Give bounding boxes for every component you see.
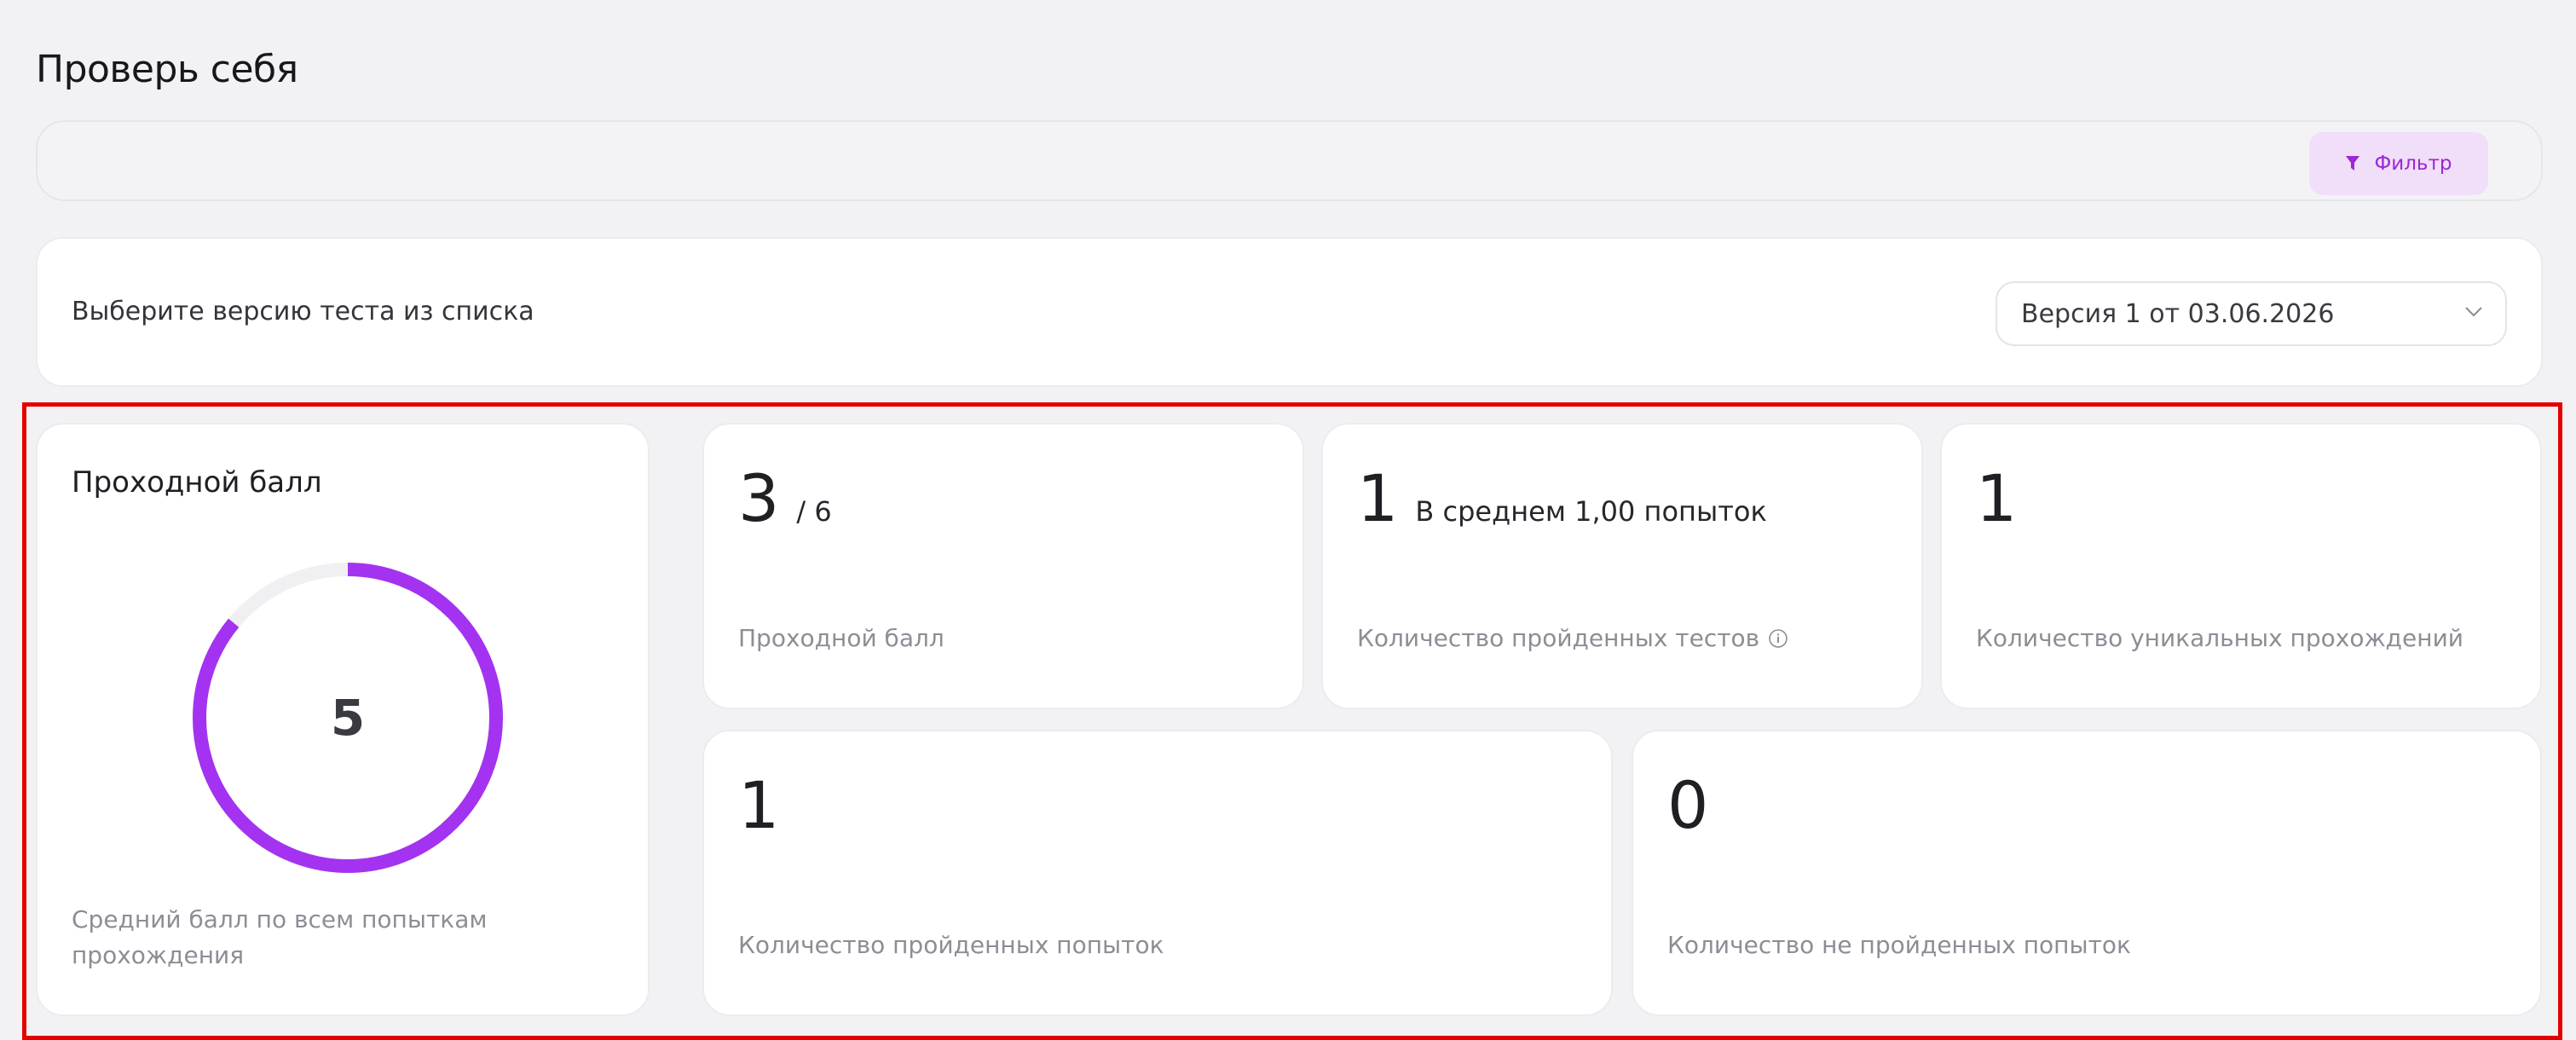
- version-label: Выберите версию теста из списка: [72, 297, 534, 326]
- info-icon[interactable]: [1768, 628, 1788, 649]
- donut-card-title: Проходной балл: [72, 465, 322, 500]
- funnel-icon: [2346, 156, 2360, 170]
- failed-attempts-card: 0 Количество не пройденных попыток: [1632, 730, 2542, 1016]
- unique-passes-label: Количество уникальных прохождений: [1976, 624, 2463, 652]
- unique-passes-value: 1: [1976, 460, 2018, 536]
- pass-score-label: Проходной балл: [738, 624, 944, 652]
- passed-attempts-label: Количество пройденных попыток: [738, 931, 1164, 959]
- failed-attempts-label: Количество не пройденных попыток: [1667, 931, 2131, 959]
- version-select-value: Версия 1 от 03.06.2026: [2021, 298, 2335, 329]
- tests-passed-label: Количество пройденных тестов: [1357, 624, 1788, 652]
- passed-attempts-card: 1 Количество пройденных попыток: [702, 730, 1613, 1016]
- unique-passes-card: 1 Количество уникальных прохождений: [1940, 423, 2542, 709]
- page: Проверь себя Фильтр Выберите версию тест…: [0, 0, 2576, 1040]
- pass-score-card: 3 / 6 Проходной балл: [702, 423, 1304, 709]
- donut-caption: Средний балл по всем попыткам прохождени…: [72, 905, 488, 969]
- page-title: Проверь себя: [36, 48, 298, 91]
- pass-score-donut-card: Проходной балл 5 Средний балл по всем по…: [36, 423, 650, 1016]
- donut-value: 5: [330, 689, 366, 747]
- version-select[interactable]: Версия 1 от 03.06.2026: [1996, 281, 2507, 346]
- filter-button-label: Фильтр: [2374, 153, 2452, 175]
- pass-score-max: / 6: [796, 495, 832, 528]
- filter-button[interactable]: Фильтр: [2309, 132, 2488, 195]
- version-panel: Выберите версию теста из списка Версия 1…: [36, 237, 2543, 387]
- filter-bar: Фильтр: [36, 120, 2543, 201]
- average-attempts-text: В среднем 1,00 попыток: [1415, 495, 1767, 528]
- chevron-down-icon: [2465, 307, 2482, 317]
- failed-attempts-value: 0: [1667, 767, 1709, 843]
- tests-passed-card: 1 В среднем 1,00 попыток Количество прой…: [1321, 423, 1923, 709]
- tests-passed-value: 1: [1357, 460, 1399, 536]
- passed-attempts-value: 1: [738, 767, 780, 843]
- pass-score-value: 3: [738, 460, 780, 536]
